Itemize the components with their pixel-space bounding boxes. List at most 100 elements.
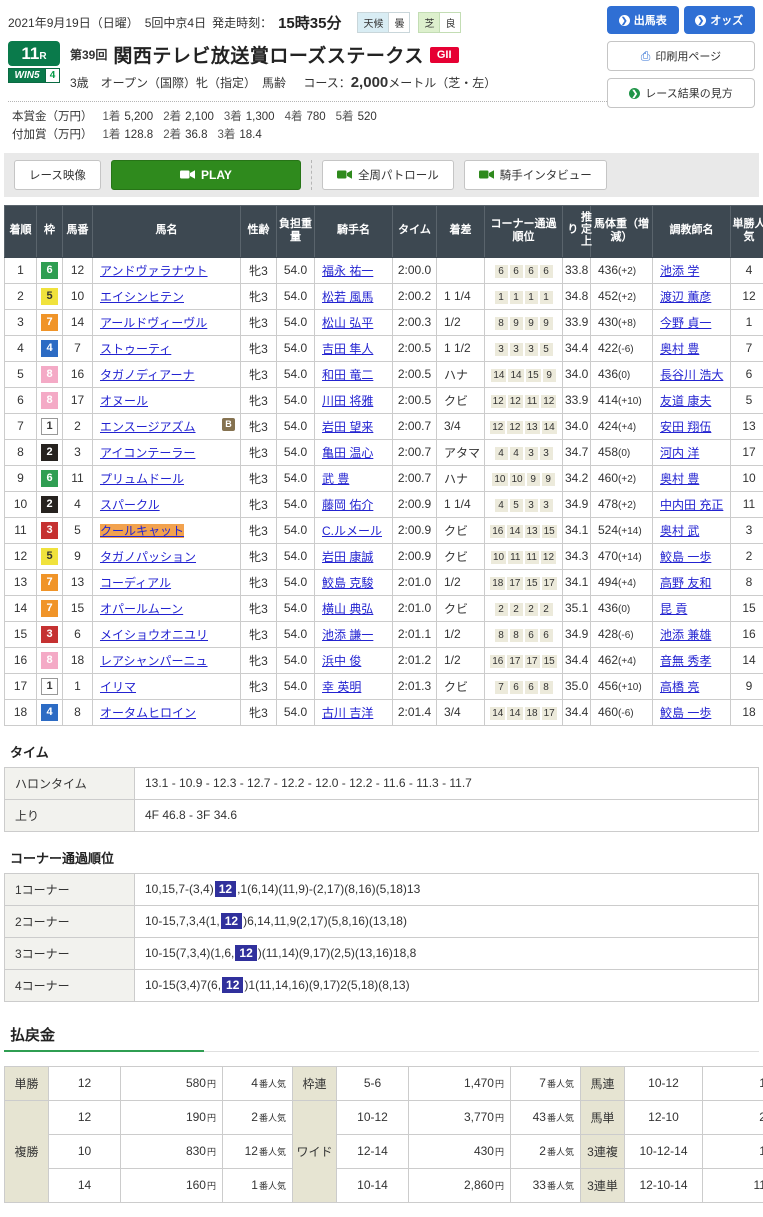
trainer-link[interactable]: 長谷川 浩大 bbox=[660, 368, 723, 382]
highlighted-horse-number: 12 bbox=[222, 977, 243, 993]
horse-link[interactable]: メイショウオニユリ bbox=[100, 628, 208, 642]
jockey-link[interactable]: 鮫島 克駿 bbox=[322, 576, 373, 590]
jockey-link[interactable]: 武 豊 bbox=[322, 472, 349, 486]
frame-cell: 3 bbox=[37, 517, 63, 543]
result-guide-button[interactable]: ❯レース結果の見方 bbox=[607, 78, 755, 108]
horse-link[interactable]: クールキャット bbox=[100, 524, 184, 538]
win5-number: 4 bbox=[45, 69, 59, 82]
jockey-link[interactable]: 亀田 温心 bbox=[322, 446, 373, 460]
corner-order-cell: 14141817 bbox=[485, 699, 563, 725]
horse-number-cell: 3 bbox=[63, 439, 93, 465]
horse-link[interactable]: エンスージアズム bbox=[100, 420, 196, 434]
horse-link[interactable]: イリマ bbox=[100, 680, 136, 694]
trainer-link[interactable]: 鮫島 一歩 bbox=[660, 706, 711, 720]
jockey-cell: 松若 風馬 bbox=[315, 283, 393, 309]
margin-cell: クビ bbox=[437, 517, 485, 543]
trainer-link[interactable]: 高野 友和 bbox=[660, 576, 711, 590]
trainer-link[interactable]: 渡辺 薫彦 bbox=[660, 290, 711, 304]
trainer-link[interactable]: 奥村 武 bbox=[660, 524, 699, 538]
payout-amount: 580円 bbox=[121, 1066, 223, 1100]
prize-main-label: 本賞金（万円） bbox=[12, 111, 93, 123]
body-weight-cell: 494(+4) bbox=[591, 569, 653, 595]
rank-cell: 15 bbox=[5, 621, 37, 647]
trainer-link[interactable]: 河内 洋 bbox=[660, 446, 699, 460]
sex-age-cell: 牝3 bbox=[241, 257, 277, 283]
jockey-link[interactable]: 福永 祐一 bbox=[322, 264, 373, 278]
trainer-link[interactable]: 友道 康夫 bbox=[660, 394, 711, 408]
payout-popularity: 33番人気 bbox=[511, 1168, 581, 1202]
jockey-link[interactable]: 横山 典弘 bbox=[322, 602, 373, 616]
column-header: 着順 bbox=[5, 205, 37, 257]
entries-button[interactable]: ❯出馬表 bbox=[607, 6, 679, 34]
jockey-link[interactable]: 川田 将雅 bbox=[322, 394, 373, 408]
weight-cell: 54.0 bbox=[277, 257, 315, 283]
jockey-link[interactable]: 吉田 隼人 bbox=[322, 342, 373, 356]
horse-link[interactable]: アールドヴィーヴル bbox=[100, 316, 207, 330]
weather-badge: 天候 曇 bbox=[357, 12, 410, 33]
last3f-cell: 35.0 bbox=[563, 673, 591, 699]
jockey-link[interactable]: 古川 吉洋 bbox=[322, 706, 373, 720]
trainer-link[interactable]: 音無 秀孝 bbox=[660, 654, 711, 668]
trainer-link[interactable]: 今野 貞一 bbox=[660, 316, 711, 330]
horse-link[interactable]: オヌール bbox=[100, 394, 148, 408]
horse-link[interactable]: レアシャンパーニュ bbox=[100, 654, 208, 668]
payout-amount: 23,180円 bbox=[703, 1100, 763, 1134]
horse-link[interactable]: エイシンヒテン bbox=[100, 290, 184, 304]
horse-link[interactable]: アイコンテーラー bbox=[100, 446, 195, 460]
margin-cell: クビ bbox=[437, 595, 485, 621]
trainer-link[interactable]: 昆 貢 bbox=[660, 602, 687, 616]
last3f-cell: 34.7 bbox=[563, 439, 591, 465]
horse-name-cell: タガノディアーナ bbox=[93, 361, 241, 387]
time-cell: 2:01.2 bbox=[393, 647, 437, 673]
horse-link[interactable]: ストゥーティ bbox=[100, 342, 171, 356]
margin-cell bbox=[437, 257, 485, 283]
corner-order-cell: 3335 bbox=[485, 335, 563, 361]
jockey-link[interactable]: C.ルメール bbox=[322, 524, 382, 538]
jockey-link[interactable]: 和田 竜二 bbox=[322, 368, 373, 382]
horse-link[interactable]: タガノディアーナ bbox=[100, 368, 194, 382]
favorite-cell: 4 bbox=[731, 257, 763, 283]
trainer-link[interactable]: 中内田 充正 bbox=[660, 498, 723, 512]
horse-link[interactable]: オータムヒロイン bbox=[100, 706, 196, 720]
trainer-cell: 安田 翔伍 bbox=[653, 413, 731, 439]
trainer-link[interactable]: 高橋 亮 bbox=[660, 680, 699, 694]
time-table: ハロンタイム13.1 - 10.9 - 12.3 - 12.7 - 12.2 -… bbox=[4, 767, 759, 832]
jockey-link[interactable]: 浜中 俊 bbox=[322, 654, 361, 668]
horse-link[interactable]: コーディアル bbox=[100, 576, 171, 590]
page-header: 2021年9月19日（日曜） 5回中京4日 発走時刻： 15時35分 天候 曇 … bbox=[4, 6, 759, 145]
jockey-link[interactable]: 池添 謙一 bbox=[322, 628, 373, 642]
odds-button[interactable]: ❯オッズ bbox=[684, 6, 756, 34]
jockey-link[interactable]: 松若 風馬 bbox=[322, 290, 373, 304]
horse-link[interactable]: スパークル bbox=[100, 498, 160, 512]
trainer-cell: 鮫島 一歩 bbox=[653, 543, 731, 569]
jockey-link[interactable]: 岩田 康誠 bbox=[322, 550, 373, 564]
corner-order-cell: 1414159 bbox=[485, 361, 563, 387]
horse-link[interactable]: プリュムドール bbox=[100, 472, 184, 486]
trainer-link[interactable]: 安田 翔伍 bbox=[660, 420, 711, 434]
frame-badge: 5 bbox=[41, 548, 58, 565]
trainer-cell: 高野 友和 bbox=[653, 569, 731, 595]
horse-link[interactable]: オパールムーン bbox=[100, 602, 183, 616]
payout-amount: 1,470円 bbox=[409, 1066, 511, 1100]
patrol-video-button[interactable]: 全周パトロール bbox=[322, 160, 454, 190]
trainer-link[interactable]: 鮫島 一歩 bbox=[660, 550, 711, 564]
race-video-button[interactable]: レース映像 bbox=[14, 160, 101, 190]
trainer-link[interactable]: 奥村 豊 bbox=[660, 342, 699, 356]
favorite-cell: 8 bbox=[731, 569, 763, 595]
jockey-interview-button[interactable]: 騎手インタビュー bbox=[464, 160, 607, 190]
print-page-button[interactable]: ⎙印刷用ページ bbox=[607, 41, 755, 71]
horse-link[interactable]: アンドヴァラナウト bbox=[100, 264, 208, 278]
rank-cell: 7 bbox=[5, 413, 37, 439]
trainer-link[interactable]: 奥村 豊 bbox=[660, 472, 699, 486]
trainer-link[interactable]: 池添 兼雄 bbox=[660, 628, 711, 642]
horse-name-cell: オータムヒロイン bbox=[93, 699, 241, 725]
corner-row: 4コーナー10-15(3,4)7(6,12)1(11,14,16)(9,17)2… bbox=[5, 969, 759, 1001]
jockey-link[interactable]: 幸 英明 bbox=[322, 680, 361, 694]
jockey-link[interactable]: 岩田 望来 bbox=[322, 420, 373, 434]
play-button[interactable]: PLAY bbox=[111, 160, 301, 190]
trainer-link[interactable]: 池添 学 bbox=[660, 264, 699, 278]
horse-link[interactable]: タガノパッション bbox=[100, 550, 196, 564]
jockey-link[interactable]: 藤岡 佑介 bbox=[322, 498, 373, 512]
jockey-link[interactable]: 松山 弘平 bbox=[322, 316, 373, 330]
time-cell: 2:00.9 bbox=[393, 491, 437, 517]
